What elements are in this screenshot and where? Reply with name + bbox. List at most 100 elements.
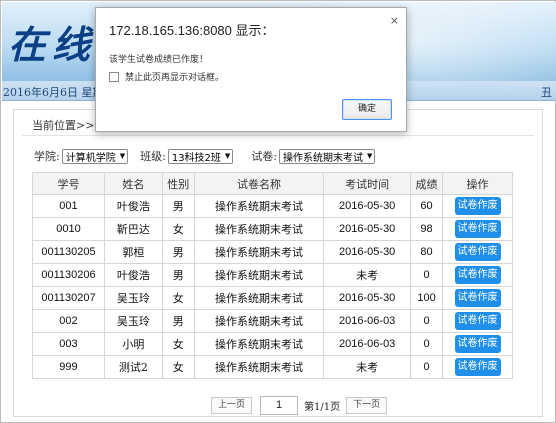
cell-id: 001130205	[32, 240, 105, 264]
cell-gender: 女	[161, 217, 195, 241]
cell-id: 002	[32, 309, 105, 333]
pagination: 上一页 1 第1/1页 下一页	[211, 395, 388, 415]
college-label: 学院:	[34, 150, 60, 163]
cell-name: 靳巴达	[103, 217, 163, 241]
cell-action: 试卷作废	[442, 355, 513, 379]
void-paper-button[interactable]: 试卷作废	[454, 289, 501, 307]
table-row: 999 测试2 女 操作系统期末考试 未考 0 试卷作废	[32, 355, 513, 379]
chevron-down-icon: ▼	[224, 152, 231, 160]
cell-action: 试卷作废	[442, 240, 513, 264]
browser-viewport: 在线 2016年6月6日 星期 丑 当前位置>>试 学院: 计算机学院 ▼ 班级…	[0, 0, 556, 423]
table-row: 001130206 叶俊浩 男 操作系统期末考试 未考 0 试卷作废	[32, 263, 513, 287]
paper-select[interactable]: 操作系统期末考试 ▼	[279, 148, 376, 164]
cell-paper: 操作系统期末考试	[193, 217, 325, 241]
cell-score: 0	[410, 263, 444, 287]
cell-time: 未考	[323, 355, 412, 379]
main-content-panel: 当前位置>>试 学院: 计算机学院 ▼ 班级: 13科技2班 ▼ 试卷: 操作系…	[13, 109, 543, 417]
close-icon[interactable]: ×	[390, 14, 399, 27]
cell-id: 003	[32, 332, 105, 356]
college-select-value: 计算机学院	[65, 152, 116, 164]
cell-action: 试卷作废	[442, 194, 513, 218]
cell-action: 试卷作废	[442, 309, 513, 333]
cell-paper: 操作系统期末考试	[193, 286, 325, 310]
cell-gender: 女	[161, 355, 195, 379]
dialog-title: 172.18.165.136:8080 显示：	[109, 23, 275, 38]
prev-page-button[interactable]: 上一页	[211, 396, 253, 414]
cell-name: 吴玉玲	[103, 286, 163, 310]
cell-score: 100	[410, 286, 444, 310]
cell-time: 2016-05-30	[323, 240, 412, 264]
chevron-down-icon: ▼	[367, 152, 373, 160]
suppress-dialogs-option[interactable]: 禁止此页再显示对话框。	[109, 70, 224, 83]
breadcrumb-divider	[22, 135, 534, 136]
chevron-down-icon: ▼	[119, 152, 126, 160]
void-paper-button[interactable]: 试卷作废	[454, 243, 501, 261]
class-select-value: 13科技2班	[171, 152, 221, 164]
void-paper-button[interactable]: 试卷作废	[454, 335, 501, 353]
void-paper-button[interactable]: 试卷作废	[454, 220, 501, 238]
class-select[interactable]: 13科技2班 ▼	[167, 148, 234, 164]
cell-id: 001	[32, 194, 105, 218]
cell-time: 2016-05-30	[323, 286, 412, 310]
column-header-id: 学号	[32, 172, 105, 195]
table-row: 0010 靳巴达 女 操作系统期末考试 2016-05-30 98 试卷作废	[32, 217, 513, 241]
table-row: 003 小明 女 操作系统期末考试 2016-06-03 0 试卷作废	[32, 332, 513, 356]
column-header-paper: 试卷名称	[193, 172, 325, 195]
cell-time: 2016-05-30	[323, 194, 412, 218]
cell-gender: 男	[161, 194, 195, 218]
cell-gender: 女	[161, 332, 195, 356]
column-header-action: 操作	[442, 172, 513, 195]
cell-score: 0	[410, 355, 444, 379]
suppress-dialogs-checkbox[interactable]	[109, 71, 119, 82]
dialog-message: 该学生试卷成绩已作废！	[109, 55, 209, 65]
alert-dialog: 172.18.165.136:8080 显示： × 该学生试卷成绩已作废！ 禁止…	[95, 7, 407, 132]
paper-select-value: 操作系统期末考试	[283, 152, 364, 164]
site-logo-text: 在线	[8, 22, 97, 67]
void-paper-button[interactable]: 试卷作废	[454, 197, 501, 215]
void-paper-button[interactable]: 试卷作废	[454, 312, 501, 330]
cell-name: 叶俊浩	[103, 263, 163, 287]
cell-gender: 男	[161, 240, 195, 264]
table-row: 001130207 吴玉玲 女 操作系统期末考试 2016-05-30 100 …	[32, 286, 513, 310]
table-row: 001130205 郭桓 男 操作系统期末考试 2016-05-30 80 试卷…	[32, 240, 513, 264]
cell-time: 未考	[323, 263, 412, 287]
cell-paper: 操作系统期末考试	[193, 332, 325, 356]
cell-gender: 男	[161, 263, 195, 287]
cell-action: 试卷作废	[442, 263, 513, 287]
next-page-button[interactable]: 下一页	[346, 396, 388, 414]
cell-time: 2016-06-03	[323, 309, 412, 333]
page-info: 第1/1页	[304, 401, 341, 413]
table-row: 002 吴玉玲 男 操作系统期末考试 2016-06-03 0 试卷作废	[32, 309, 513, 333]
cell-name: 测试2	[103, 355, 163, 379]
cell-paper: 操作系统期末考试	[193, 355, 325, 379]
date-bar-right-text: 丑	[541, 86, 552, 99]
cell-paper: 操作系统期末考试	[193, 309, 325, 333]
cell-score: 80	[410, 240, 444, 264]
table-row: 001 叶俊浩 男 操作系统期末考试 2016-05-30 60 试卷作废	[32, 194, 513, 218]
cell-id: 999	[32, 355, 105, 379]
void-paper-button[interactable]: 试卷作废	[454, 358, 501, 376]
cell-gender: 男	[161, 309, 195, 333]
class-label: 班级:	[140, 150, 166, 163]
cell-paper: 操作系统期末考试	[193, 194, 325, 218]
college-select[interactable]: 计算机学院 ▼	[61, 148, 129, 164]
cell-score: 60	[410, 194, 444, 218]
cell-id: 0010	[32, 217, 105, 241]
suppress-dialogs-label: 禁止此页再显示对话框。	[125, 73, 225, 83]
cell-time: 2016-06-03	[323, 332, 412, 356]
ok-button[interactable]: 确定	[342, 99, 392, 120]
column-header-time: 考试时间	[323, 172, 412, 195]
page-number-input[interactable]: 1	[260, 395, 299, 415]
column-header-name: 姓名	[103, 172, 163, 195]
cell-name: 叶俊浩	[103, 194, 163, 218]
score-table: 学号 姓名 性别 试卷名称 考试时间 成绩 操作 001 叶俊浩 男 操作系统期…	[32, 172, 513, 379]
column-header-score: 成绩	[410, 172, 444, 195]
cell-id: 001130206	[32, 263, 105, 287]
cell-id: 001130207	[32, 286, 105, 310]
cell-score: 0	[410, 332, 444, 356]
filter-bar: 学院: 计算机学院 ▼ 班级: 13科技2班 ▼ 试卷: 操作系统期末考试 ▼	[34, 146, 376, 166]
column-header-gender: 性别	[161, 172, 195, 195]
cell-paper: 操作系统期末考试	[193, 263, 325, 287]
void-paper-button[interactable]: 试卷作废	[454, 266, 501, 284]
cell-name: 吴玉玲	[103, 309, 163, 333]
